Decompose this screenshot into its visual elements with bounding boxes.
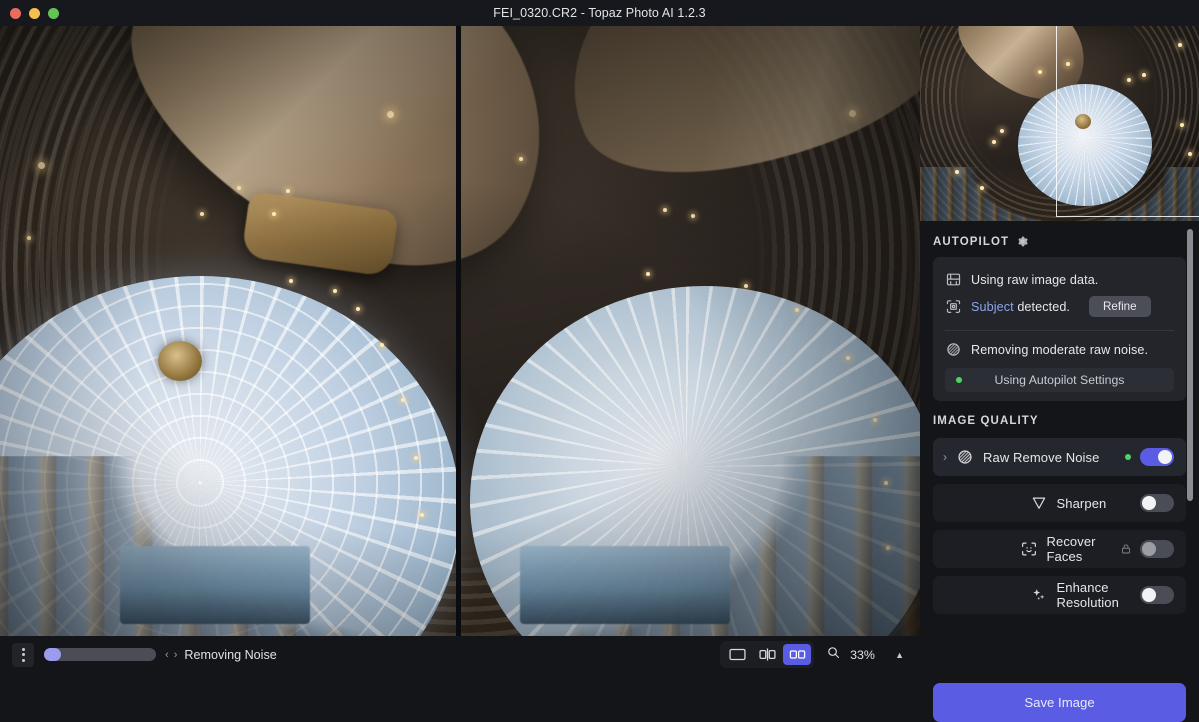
sharpen-icon bbox=[1030, 494, 1048, 512]
raw-image-data-icon bbox=[945, 271, 962, 288]
iq-row-raw-remove-noise[interactable]: › Raw Remove Noise bbox=[933, 438, 1186, 476]
subject-link[interactable]: Subject bbox=[971, 300, 1014, 314]
dome-photo-original bbox=[0, 26, 456, 636]
zoom-controls: 33% ▲ bbox=[826, 645, 904, 665]
iq-label: Recover Faces bbox=[1047, 534, 1121, 564]
lock-icon bbox=[1120, 542, 1132, 556]
subject-detected-text: detected. bbox=[1014, 300, 1070, 314]
view-mode-single[interactable] bbox=[723, 644, 751, 665]
toggle-recover-faces[interactable] bbox=[1140, 540, 1174, 558]
autopilot-section-header: AUTOPILOT bbox=[920, 221, 1199, 257]
bottom-toolbar: ‹ › Removing Noise bbox=[0, 636, 920, 673]
view-mode-side-by-side[interactable] bbox=[783, 644, 811, 665]
view-mode-group bbox=[720, 641, 814, 668]
image-workspace[interactable] bbox=[0, 26, 920, 636]
using-autopilot-settings-pill[interactable]: Using Autopilot Settings bbox=[945, 368, 1174, 392]
status-dot bbox=[956, 377, 962, 383]
autopilot-settings-label: Using Autopilot Settings bbox=[945, 373, 1174, 387]
minimize-button[interactable] bbox=[29, 8, 40, 19]
settings-panel: AUTOPILOT Using raw image data. bbox=[920, 221, 1199, 673]
autopilot-item-raw-data: Using raw image data. bbox=[933, 267, 1186, 292]
save-image-button[interactable]: Save Image bbox=[933, 683, 1186, 722]
autopilot-item-label: Using raw image data. bbox=[971, 273, 1098, 287]
toggle-sharpen[interactable] bbox=[1140, 494, 1174, 512]
enhance-resolution-icon bbox=[1030, 586, 1048, 604]
magnifier-icon[interactable] bbox=[826, 645, 841, 665]
image-quality-list: › Raw Remove Noise bbox=[920, 438, 1199, 614]
image-pane-original[interactable] bbox=[0, 26, 456, 636]
navigator-image bbox=[920, 26, 1199, 221]
kebab-menu-icon[interactable] bbox=[12, 643, 34, 667]
remove-noise-icon bbox=[956, 448, 974, 466]
subject-detect-icon bbox=[945, 298, 962, 315]
window-controls[interactable] bbox=[10, 0, 59, 26]
right-sidebar: AUTOPILOT Using raw image data. bbox=[920, 26, 1199, 673]
refine-button[interactable]: Refine bbox=[1089, 296, 1151, 317]
dome-photo-preview bbox=[461, 26, 920, 636]
autopilot-card: Using raw image data. Subject detected. … bbox=[933, 257, 1186, 401]
recover-faces-icon bbox=[1020, 540, 1038, 558]
progress-knob[interactable] bbox=[44, 648, 61, 661]
save-image-area: Save Image bbox=[920, 673, 1199, 722]
toggle-raw-remove-noise[interactable] bbox=[1140, 448, 1174, 466]
window-title: FEI_0320.CR2 - Topaz Photo AI 1.2.3 bbox=[0, 0, 1199, 26]
zoom-level: 33% bbox=[850, 648, 880, 662]
toggle-enhance-resolution[interactable] bbox=[1140, 586, 1174, 604]
card-divider bbox=[945, 330, 1174, 331]
chevron-right-icon[interactable]: › bbox=[943, 451, 953, 463]
title-bar: FEI_0320.CR2 - Topaz Photo AI 1.2.3 bbox=[0, 0, 1199, 26]
nav-arrows[interactable]: ‹ › bbox=[165, 649, 178, 661]
caret-up-icon[interactable]: ▲ bbox=[895, 650, 904, 660]
view-mode-split[interactable] bbox=[753, 644, 781, 665]
iq-row-enhance-resolution[interactable]: › Enhance Resolution bbox=[933, 576, 1186, 614]
status-text: Removing Noise bbox=[184, 648, 276, 662]
image-quality-section-label: IMAGE QUALITY bbox=[933, 415, 1039, 427]
settings-scrollbar-thumb[interactable] bbox=[1187, 229, 1193, 501]
image-pane-preview[interactable] bbox=[461, 26, 920, 636]
progress-slider[interactable] bbox=[44, 648, 156, 661]
image-quality-section-header: IMAGE QUALITY bbox=[920, 401, 1199, 436]
settings-scrollbar-track[interactable] bbox=[1190, 225, 1196, 669]
maximize-button[interactable] bbox=[48, 8, 59, 19]
gear-icon[interactable] bbox=[1016, 235, 1029, 248]
iq-label: Raw Remove Noise bbox=[983, 450, 1125, 465]
autopilot-section-label: AUTOPILOT bbox=[933, 236, 1009, 248]
remove-noise-icon bbox=[945, 341, 962, 358]
navigator-thumbnail[interactable] bbox=[920, 26, 1199, 221]
enabled-indicator-dot bbox=[1125, 454, 1131, 460]
iq-label: Enhance Resolution bbox=[1057, 580, 1141, 610]
close-button[interactable] bbox=[10, 8, 21, 19]
iq-row-sharpen[interactable]: › Sharpen bbox=[933, 484, 1186, 522]
iq-row-recover-faces[interactable]: › Recover Faces bbox=[933, 530, 1186, 568]
iq-label: Sharpen bbox=[1057, 496, 1141, 511]
autopilot-item-label: Removing moderate raw noise. bbox=[971, 343, 1148, 357]
autopilot-item-noise: Removing moderate raw noise. bbox=[933, 337, 1186, 362]
autopilot-item-subject: Subject detected. Refine bbox=[933, 292, 1186, 321]
